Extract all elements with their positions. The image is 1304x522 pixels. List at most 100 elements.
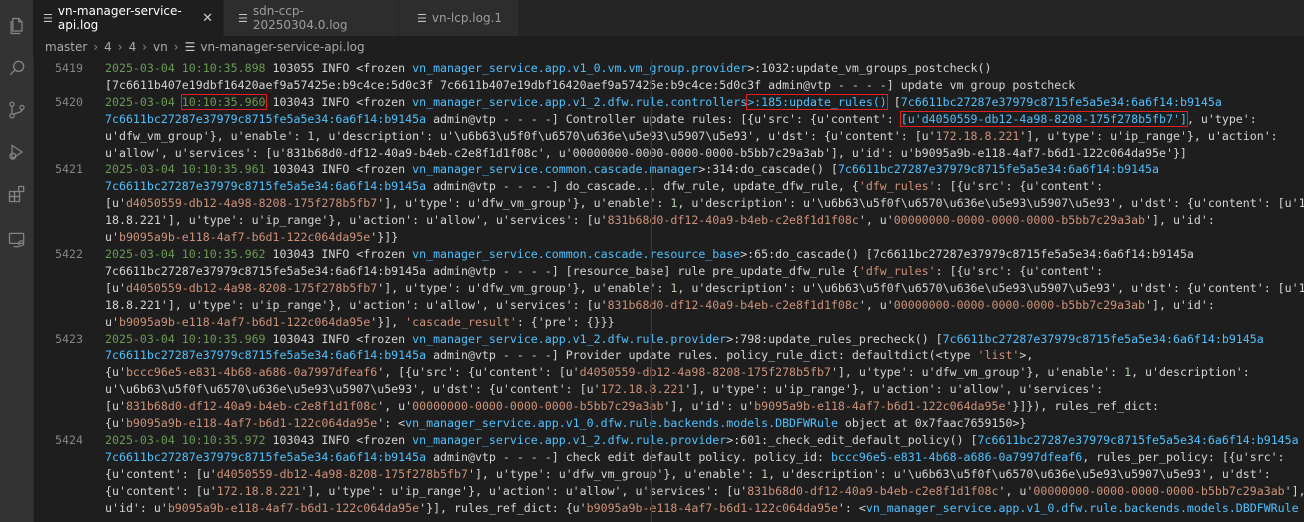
- log-token: '}]}: [370, 230, 399, 245]
- log-text: 2025-03-04 10:10:35.960 103043 INFO <fro…: [105, 93, 1304, 111]
- log-token: '], u'type': u'ip_range'}, u'action':: [1019, 128, 1278, 143]
- log-token: b9095a9b-e118-4af7-b6d1-122c064da95e: [754, 399, 1006, 414]
- tab-vn-lcp-log[interactable]: ☰ vn-lcp.log.1: [399, 0, 519, 36]
- log-line-row: u'b9095a9b-e118-4af7-b6d1-122c064da95e'}…: [33, 229, 1304, 246]
- log-token: 7c6611bc27287e37979c8715fe5a5e34:6a6f14:…: [105, 449, 427, 464]
- log-token: {u'content': [u': [105, 483, 217, 498]
- log-line-row: 7c6611bc27287e37979c8715fe5a5e34:6a6f14:…: [33, 449, 1304, 466]
- line-number: [33, 263, 105, 280]
- log-token: '], u'type': u'ip_range'}, u'action': u'…: [684, 382, 1104, 397]
- breadcrumb-item[interactable]: 4: [129, 40, 137, 54]
- line-number: [33, 178, 105, 195]
- log-token: '], u'type': u'dfw_vm_group'}, u'enable'…: [467, 466, 762, 481]
- breadcrumb-item[interactable]: vn-manager-service-api.log: [200, 40, 364, 54]
- log-token: b9095a9b-e118-4af7-b6d1-122c064da95e: [586, 500, 838, 515]
- log-token: vn_manager_service.app.v1_0.dfw.rule.bac…: [405, 416, 838, 431]
- log-token: u'\u6b63\u5f0f\u6570\u636e\u5e93\u5907\u…: [105, 382, 601, 397]
- log-line-row: u'id': u'b9095a9b-e118-4af7-b6d1-122c064…: [33, 500, 1304, 517]
- remote-explorer-icon[interactable]: [0, 222, 33, 258]
- log-token: ': <: [377, 416, 406, 431]
- log-token: 00000000-0000-0000-0000-b5bb7c29a3ab: [893, 213, 1146, 228]
- indent-guide: [651, 60, 652, 522]
- log-token: b9095a9b-e118-4af7-b6d1-122c064da95e: [118, 230, 371, 245]
- line-number: [33, 314, 105, 331]
- line-number: [33, 77, 105, 94]
- log-line-row: 7c6611bc27287e37979c8715fe5a5e34:6a6f14:…: [33, 178, 1304, 195]
- log-token: [7c6611b407e19dbf16420aef9a57425e:b9c4ce…: [105, 77, 1076, 92]
- line-number: [33, 364, 105, 381]
- extensions-icon[interactable]: [0, 176, 33, 212]
- log-token: 00000000-0000-0000-0000-b5bb7c29a3ab: [893, 297, 1146, 312]
- log-text: 7c6611bc27287e37979c8715fe5a5e34:6a6f14:…: [105, 449, 1304, 466]
- log-token: 2025-03-04 10:10:35.972: [105, 432, 266, 447]
- files-icon[interactable]: [0, 8, 33, 44]
- log-line-row: 7c6611bc27287e37979c8715fe5a5e34:6a6f14:…: [33, 110, 1304, 128]
- breadcrumb-item[interactable]: 4: [104, 40, 112, 54]
- log-token: 7c6611bc27287e37979c8715fe5a5e34:6a6f14:…: [105, 263, 859, 278]
- log-token: bccc96e5-e831-4b68-a686-0a7997dfeaf6: [830, 449, 1083, 464]
- log-token: admin@vtp - - - -] check edit default po…: [426, 449, 831, 464]
- line-number: [33, 145, 105, 162]
- log-text: 2025-03-04 10:10:35.962 103043 INFO <fro…: [105, 246, 1304, 263]
- close-icon[interactable]: ✕: [202, 11, 213, 26]
- breadcrumb-item[interactable]: master: [45, 40, 87, 54]
- source-control-icon[interactable]: [0, 92, 33, 128]
- log-token: d4050559-db12-4a98-8208-175f278b5fb7: [125, 196, 378, 211]
- log-line-row: [7c6611b407e19dbf16420aef9a57425e:b9c4ce…: [33, 77, 1304, 94]
- line-number: [33, 381, 105, 398]
- tab-vn-manager-service-api-log[interactable]: ☰ vn-manager-service-api.log ✕: [33, 0, 224, 36]
- tab-sdn-ccp-log[interactable]: ☰ sdn-ccp-20250304.0.log: [224, 0, 399, 36]
- log-line-row: 5422 2025-03-04 10:10:35.962 103043 INFO …: [33, 246, 1304, 263]
- log-token: {u'content': [u': [105, 466, 217, 481]
- log-token: 7c6611bc27287e37979c8715fe5a5e34:6a6f14:…: [837, 162, 1160, 177]
- log-token: b9095a9b-e118-4af7-b6d1-122c064da95e: [118, 314, 371, 329]
- log-token: 172.18.8.221: [600, 382, 685, 397]
- log-line-row: u'\u6b63\u5f0f\u6570\u636e\u5e93\u5907\u…: [33, 381, 1304, 398]
- chevron-right-icon: ›: [142, 40, 148, 54]
- log-text: [7c6611b407e19dbf16420aef9a57425e:b9c4ce…: [105, 77, 1304, 94]
- line-number: 5420: [55, 94, 83, 109]
- log-token: 7c6611bc27287e37979c8715fe5a5e34:6a6f14:…: [105, 179, 427, 194]
- log-text: [u'd4050559-db12-4a98-8208-175f278b5fb7'…: [105, 280, 1304, 297]
- log-token: 'dfw_rules': [858, 179, 936, 194]
- log-line-row: [u'd4050559-db12-4a98-8208-175f278b5fb7'…: [33, 195, 1304, 212]
- line-number: [33, 466, 105, 483]
- log-token: u'dfw_vm_group'}, u'enable':: [105, 128, 308, 143]
- log-line-row: 18.8.221'], u'type': u'ip_range'}, u'act…: [33, 297, 1304, 314]
- log-token: 7c6611bc27287e37979c8715fe5a5e34:6a6f14:…: [105, 111, 427, 126]
- log-token: 'list': [977, 348, 1020, 363]
- list-icon: ☰: [184, 40, 196, 54]
- log-line-row: 7c6611bc27287e37979c8715fe5a5e34:6a6f14:…: [33, 347, 1304, 364]
- log-text: u'dfw_vm_group'}, u'enable': 1, u'descri…: [105, 128, 1304, 145]
- log-token: , u'description': u'\u6b63\u5f0f\u6570\u…: [677, 196, 1304, 211]
- log-text: u'id': u'b9095a9b-e118-4af7-b6d1-122c064…: [105, 500, 1304, 517]
- log-token: '], u'type': u'dfw_vm_group'}, u'enable'…: [377, 196, 671, 211]
- log-text: 2025-03-04 10:10:35.972 103043 INFO <fro…: [105, 432, 1304, 449]
- log-line-row: {u'b9095a9b-e118-4af7-b6d1-122c064da95e'…: [33, 415, 1304, 432]
- search-icon[interactable]: [0, 50, 33, 86]
- list-icon: ☰: [43, 11, 53, 25]
- log-token: {u': [105, 416, 126, 431]
- log-editor[interactable]: 5419 2025-03-04 10:10:35.898 103055 INFO …: [33, 60, 1304, 522]
- breadcrumb-item[interactable]: vn: [153, 40, 168, 54]
- log-token: 172.18.8.221: [935, 128, 1020, 143]
- line-number: [33, 212, 105, 229]
- log-token: >:798:update_rules_precheck() [: [726, 331, 943, 346]
- log-token: bccc96e5-e831-4b68-a686-0a7997dfeaf6: [125, 365, 378, 380]
- line-number: [33, 500, 105, 517]
- log-token: 831b68d0-df12-40a9-b4eb-c2e8f1d1f08c: [607, 297, 859, 312]
- log-text: [u'd4050559-db12-4a98-8208-175f278b5fb7'…: [105, 195, 1304, 212]
- tab-label: sdn-ccp-20250304.0.log: [252, 4, 348, 32]
- list-icon: ☰: [238, 11, 248, 25]
- line-number: [33, 449, 105, 466]
- log-text: u'allow', u'services': [u'831b68d0-df12-…: [105, 145, 1304, 162]
- log-token: b9095a9b-e118-4af7-b6d1-122c064da95e: [167, 500, 420, 515]
- log-line-row: {u'content': [u'd4050559-db12-4a98-8208-…: [33, 466, 1304, 483]
- run-debug-icon[interactable]: [0, 134, 33, 170]
- log-token: 831b68d0-df12-40a9-b4eb-c2e8f1d1f08c: [747, 483, 999, 498]
- log-line-row: {u'bccc96e5-e831-4b68-a686-0a7997dfeaf6'…: [33, 364, 1304, 381]
- log-token: , u'description':: [1131, 365, 1250, 380]
- log-token: ', u': [858, 213, 894, 228]
- log-text: [u'831b68d0-df12-40a9-b4eb-c2e8f1d1f08c'…: [105, 398, 1304, 415]
- log-text: {u'content': [u'172.18.8.221'], u'type':…: [105, 483, 1304, 500]
